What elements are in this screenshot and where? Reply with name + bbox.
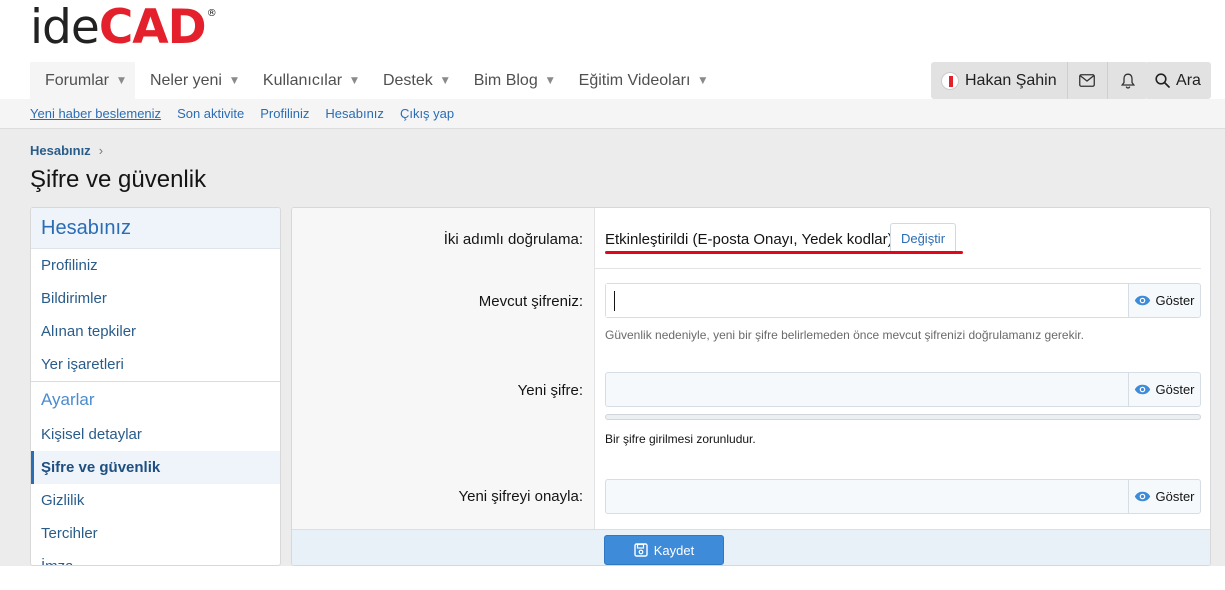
search-icon	[1155, 73, 1170, 88]
alerts-button[interactable]	[1108, 62, 1148, 99]
current-password-hint: Güvenlik nedeniyle, yeni bir şifre belir…	[605, 328, 1084, 342]
save-button[interactable]: Kaydet	[604, 535, 724, 565]
chevron-down-icon[interactable]: ▼	[699, 76, 706, 86]
sub-navbar: Yeni haber beslemeniz Son aktivite Profi…	[0, 99, 1225, 129]
nav-tab-label: Eğitim Videoları	[578, 71, 691, 89]
show-password-button[interactable]: Göster	[1128, 480, 1200, 513]
password-security-form: İki adımlı doğrulama: Etkinleştirildi (E…	[291, 207, 1211, 566]
show-password-button[interactable]: Göster	[1128, 284, 1200, 317]
subnav-link-account[interactable]: Hesabınız	[325, 106, 384, 121]
user-account-link[interactable]: Hakan Şahin	[931, 62, 1068, 99]
sidebar-item-alerts[interactable]: Bildirimler	[31, 282, 280, 315]
confirm-password-label: Yeni şifreyi onayla:	[458, 488, 583, 505]
nav-tabs: Forumlar ▼ Neler yeni ▼ Kullanıcılar ▼ D…	[30, 62, 716, 99]
nav-tab-label: Kullanıcılar	[262, 71, 343, 89]
search-label: Ara	[1176, 71, 1201, 89]
bell-icon	[1120, 73, 1135, 89]
new-password-hint: Bir şifre girilmesi zorunludur.	[605, 432, 756, 446]
account-sidebar: Hesabınız Profiliniz Bildirimler Alınan …	[30, 207, 281, 566]
form-submit-row: Kaydet	[292, 529, 1210, 565]
sidebar-heading[interactable]: Hesabınız	[31, 208, 280, 249]
sidebar-item-personal-details[interactable]: Kişisel detaylar	[31, 418, 280, 451]
form-divider	[595, 268, 1201, 269]
chevron-right-icon: ›	[98, 143, 104, 158]
user-name: Hakan Şahin	[965, 71, 1057, 89]
show-password-button[interactable]: Göster	[1128, 373, 1200, 406]
show-password-label: Göster	[1155, 489, 1195, 504]
eye-icon	[1135, 491, 1151, 502]
chevron-down-icon[interactable]: ▼	[351, 76, 358, 86]
confirm-password-field[interactable]	[606, 480, 1128, 513]
confirm-password-input-group: Göster	[605, 479, 1201, 514]
sidebar-item-password-security[interactable]: Şifre ve güvenlik	[31, 451, 280, 484]
chevron-down-icon[interactable]: ▼	[442, 76, 449, 86]
subnav-link-logout[interactable]: Çıkış yap	[400, 106, 454, 121]
highlight-underline	[605, 251, 963, 254]
avatar	[941, 71, 959, 90]
current-password-field[interactable]	[606, 284, 1128, 317]
nav-tab-destek[interactable]: Destek ▼	[368, 62, 459, 99]
show-password-label: Göster	[1155, 382, 1195, 397]
new-password-label: Yeni şifre:	[517, 382, 583, 399]
tfa-status-value: Etkinleştirildi (E-posta Onayı, Yedek ko…	[605, 231, 893, 248]
subnav-link-profile[interactable]: Profiliniz	[260, 106, 309, 121]
sidebar-item-profile[interactable]: Profiliniz	[31, 249, 280, 282]
main-navbar: Forumlar ▼ Neler yeni ▼ Kullanıcılar ▼ D…	[0, 62, 1225, 99]
breadcrumb: Hesabınız ›	[30, 143, 103, 158]
text-cursor	[614, 291, 615, 311]
user-menu-group: Hakan Şahin	[931, 62, 1148, 99]
sidebar-item-signature[interactable]: İmza	[31, 550, 280, 565]
sidebar-item-preferences[interactable]: Tercihler	[31, 517, 280, 550]
chevron-down-icon[interactable]: ▼	[118, 76, 125, 86]
logo-text-ide: ide	[30, 0, 100, 55]
logo-text-cad: CAD	[98, 0, 207, 55]
form-label-column	[292, 208, 595, 529]
chevron-down-icon[interactable]: ▼	[231, 76, 238, 86]
subnav-link-latest-activity[interactable]: Son aktivite	[177, 106, 244, 121]
nav-tab-label: Neler yeni	[149, 71, 222, 89]
nav-tab-label: Destek	[382, 71, 433, 89]
save-label: Kaydet	[653, 542, 695, 558]
current-password-wrap	[606, 284, 1128, 317]
breadcrumb-link-account[interactable]: Hesabınız	[30, 143, 91, 158]
chevron-down-icon[interactable]: ▼	[547, 76, 554, 86]
page-title: Şifre ve güvenlik	[30, 166, 207, 193]
tfa-label: İki adımlı doğrulama:	[443, 231, 583, 248]
search-button[interactable]: Ara	[1145, 62, 1211, 99]
nav-tab-neler-yeni[interactable]: Neler yeni ▼	[135, 62, 248, 99]
sidebar-item-privacy[interactable]: Gizlilik	[31, 484, 280, 517]
nav-tab-egitim-videolari[interactable]: Eğitim Videoları ▼	[564, 62, 717, 99]
change-tfa-button[interactable]: Değiştir	[890, 223, 956, 254]
password-strength-meter	[605, 414, 1201, 420]
site-logo[interactable]: ide CAD ®	[30, 4, 217, 52]
save-icon	[634, 543, 648, 557]
sidebar-section-settings: Ayarlar	[31, 381, 280, 418]
nav-tab-label: Bim Blog	[473, 71, 538, 89]
eye-icon	[1135, 295, 1151, 306]
new-password-field[interactable]	[606, 373, 1128, 406]
sidebar-item-reactions[interactable]: Alınan tepkiler	[31, 315, 280, 348]
sidebar-item-bookmarks[interactable]: Yer işaretleri	[31, 348, 280, 381]
subnav-link-news-feed[interactable]: Yeni haber beslemeniz	[30, 106, 161, 121]
new-password-input-group: Göster	[605, 372, 1201, 407]
current-password-input-group: Göster	[605, 283, 1201, 318]
nav-tab-forumlar[interactable]: Forumlar ▼	[30, 62, 135, 99]
nav-tab-kullanicilar[interactable]: Kullanıcılar ▼	[248, 62, 368, 99]
nav-tab-bim-blog[interactable]: Bim Blog ▼	[459, 62, 564, 99]
inbox-button[interactable]	[1068, 62, 1108, 99]
current-password-label: Mevcut şifreniz:	[478, 293, 583, 310]
nav-tab-label: Forumlar	[45, 71, 110, 89]
eye-icon	[1135, 384, 1151, 395]
page-bottom-strip	[0, 566, 1225, 590]
show-password-label: Göster	[1155, 293, 1195, 308]
registered-mark: ®	[206, 8, 217, 19]
envelope-icon	[1079, 74, 1096, 87]
